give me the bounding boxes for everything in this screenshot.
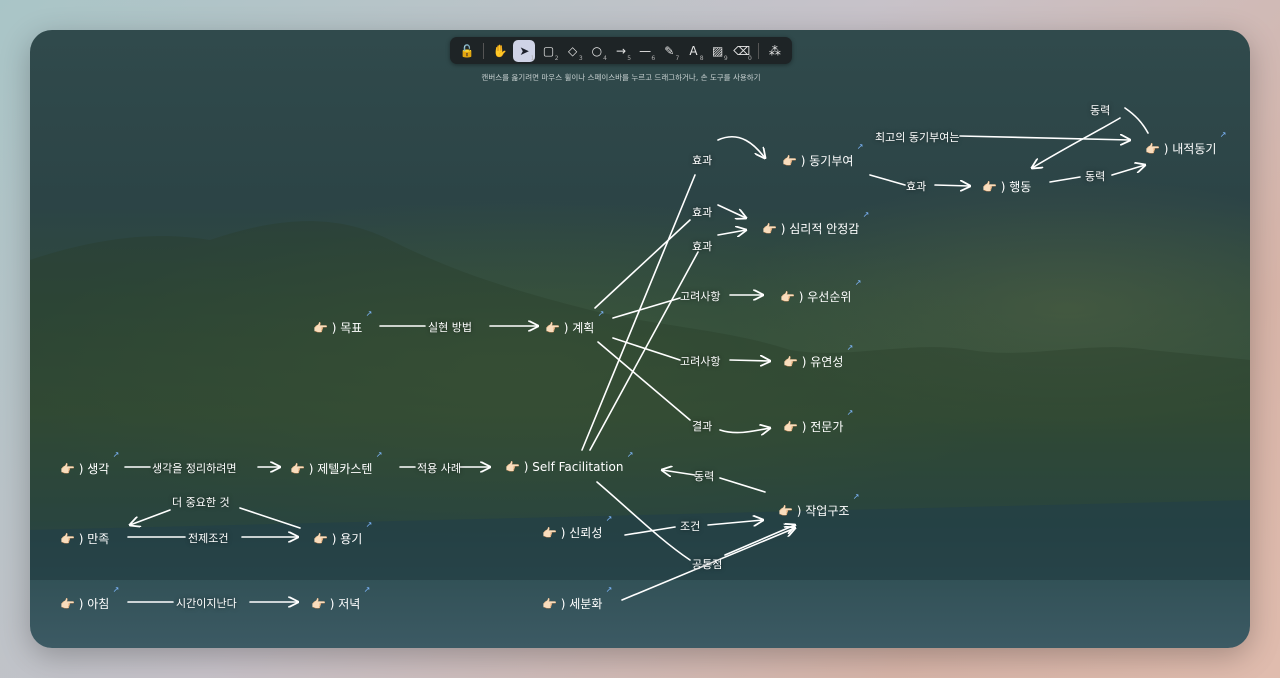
node-thought-label: 👉🏻 ) 생각 (60, 462, 110, 476)
external-link-icon[interactable]: ↗ (113, 450, 120, 459)
label-drive-mid: 동력 (694, 470, 715, 483)
node-intrinsic-label: 👉🏻 ) 내적동기 (1145, 142, 1217, 156)
node-goal-label: 👉🏻 ) 목표 (313, 321, 363, 335)
label-result: 결과 (692, 420, 713, 433)
external-link-icon[interactable]: ↗ (598, 309, 605, 318)
label-example: 적용 사례 (417, 462, 461, 475)
external-link-icon[interactable]: ↗ (627, 450, 634, 459)
connector-layer (124, 107, 1149, 648)
whiteboard-canvas[interactable]: 🔓 ✋ ➤ 1 ▢ 2 ◇ 3 ○ 4 → 5 —6 ✎ 7 A8 ▨ 9 ⌫ 0 ⁂ 캔버스를… (30, 30, 1250, 648)
edge-motivation-effect (869, 174, 906, 186)
external-link-icon[interactable]: ↗ (364, 585, 371, 594)
external-link-icon[interactable]: ↗ (606, 585, 613, 594)
node-priority-label: 👉🏻 ) 우선순위 (780, 290, 852, 304)
node-self-facilitation-label: 👉🏻 ) Self Facilitation (505, 460, 624, 474)
node-satisfaction[interactable]: 👉🏻 ) 만족 (60, 530, 109, 547)
edge-condition-to-ws (707, 520, 763, 525)
edge-important-to-satisfaction (130, 509, 171, 525)
edge-drive-top (1032, 117, 1121, 168)
edge-drive-to-sf (662, 470, 696, 475)
label-consider-2: 고려사항 (680, 355, 721, 368)
node-plan-label: 👉🏻 ) 계획 (545, 321, 595, 335)
external-link-icon[interactable]: ↗ (1220, 130, 1227, 139)
node-action-label: 👉🏻 ) 행동 (982, 180, 1032, 194)
edge-drive-to-intrinsic (1111, 165, 1145, 176)
label-method: 실현 방법 (428, 321, 472, 334)
label-effect-2: 효과 (692, 206, 713, 219)
node-priority[interactable]: 👉🏻 ) 우선순위 ↗ (780, 278, 861, 305)
node-work-structure-label: 👉🏻 ) 작업구조 (778, 504, 850, 518)
node-flexibility-label: 👉🏻 ) 유연성 (783, 355, 844, 369)
edge-effect-to-action (934, 185, 970, 186)
node-courage-label: 👉🏻 ) 용기 (313, 532, 363, 546)
edge-effect-to-safety-2 (717, 230, 746, 235)
edge-drive-top-b (1124, 107, 1149, 134)
label-time-passes: 시간이지난다 (176, 597, 237, 610)
external-link-icon[interactable]: ↗ (855, 278, 862, 287)
node-action[interactable]: 👉🏻 ) 행동 (982, 178, 1031, 195)
node-trust-label: 👉🏻 ) 신뢰성 (542, 526, 603, 540)
edge-effect-to-safety-1 (717, 204, 746, 218)
edge-plan-to-consider1 (612, 297, 681, 319)
node-morning[interactable]: 👉🏻 ) 아침 ↗ (60, 585, 119, 612)
external-link-icon[interactable]: ↗ (366, 520, 373, 529)
node-emotional-safety-label: 👉🏻 ) 심리적 안정감 (762, 222, 860, 236)
node-detail[interactable]: 👉🏻 ) 세분화 ↗ (542, 585, 612, 612)
label-organize: 생각을 정리하려면 (152, 462, 237, 475)
node-evening[interactable]: 👉🏻 ) 저녁 ↗ (311, 585, 370, 612)
edge-best-motivation (959, 136, 1130, 140)
node-morning-label: 👉🏻 ) 아침 (60, 597, 110, 611)
external-link-icon[interactable]: ↗ (853, 492, 860, 501)
label-precondition: 전제조건 (188, 532, 229, 545)
edge-sf-to-effect2 (589, 251, 699, 451)
edge-ws-drive (719, 477, 766, 493)
label-consider-1: 고려사항 (680, 290, 721, 303)
label-effect-4: 효과 (906, 180, 927, 193)
label-drive-top: 동력 (1090, 104, 1111, 117)
edge-consider-to-flex (729, 360, 770, 361)
node-trust[interactable]: 👉🏻 ) 신뢰성 ↗ (542, 514, 612, 541)
node-expert-label: 👉🏻 ) 전문가 (783, 420, 844, 434)
label-effect-1: 효과 (692, 154, 713, 167)
external-link-icon[interactable]: ↗ (376, 450, 383, 459)
external-link-icon[interactable]: ↗ (857, 142, 864, 151)
node-thought[interactable]: 👉🏻 ) 생각 ↗ (60, 450, 119, 477)
edge-effect-to-motivation (717, 135, 765, 158)
node-work-structure[interactable]: 👉🏻 ) 작업구조 ↗ (778, 492, 859, 519)
node-satisfaction-label: 👉🏻 ) 만족 (60, 532, 110, 546)
node-emotional-safety[interactable]: 👉🏻 ) 심리적 안정감 ↗ (762, 210, 869, 237)
external-link-icon[interactable]: ↗ (113, 585, 120, 594)
external-link-icon[interactable]: ↗ (606, 514, 613, 523)
node-self-facilitation[interactable]: 👉🏻 ) Self Facilitation ↗ (505, 450, 633, 474)
node-goal[interactable]: 👉🏻 ) 목표 ↗ (313, 309, 372, 336)
edge-result-to-expert (719, 428, 770, 433)
edge-action-drive (1049, 176, 1081, 183)
label-common: 공통점 (692, 558, 723, 571)
node-detail-label: 👉🏻 ) 세분화 (542, 597, 603, 611)
node-motivation[interactable]: 👉🏻 ) 동기부여 ↗ (782, 142, 863, 169)
node-zettelkasten-label: 👉🏻 ) 제텔카스텐 (290, 462, 373, 476)
node-motivation-label: 👉🏻 ) 동기부여 (782, 154, 854, 168)
node-plan[interactable]: 👉🏻 ) 계획 ↗ (545, 309, 604, 336)
external-link-icon[interactable]: ↗ (863, 210, 870, 219)
label-effect-3: 효과 (692, 240, 713, 253)
external-link-icon[interactable]: ↗ (847, 408, 854, 417)
external-link-icon[interactable]: ↗ (366, 309, 373, 318)
label-more-important: 더 중요한 것 (172, 496, 230, 509)
external-link-icon[interactable]: ↗ (847, 343, 854, 352)
edge-courage-to-important (239, 507, 301, 529)
label-drive-right: 동력 (1085, 170, 1106, 183)
label-condition: 조건 (680, 520, 701, 533)
node-evening-label: 👉🏻 ) 저녁 (311, 597, 361, 611)
node-zettelkasten[interactable]: 👉🏻 ) 제텔카스텐 ↗ (290, 450, 382, 477)
node-expert[interactable]: 👉🏻 ) 전문가 ↗ (783, 408, 853, 435)
node-courage[interactable]: 👉🏻 ) 용기 ↗ (313, 520, 372, 547)
edge-plan-to-effect (594, 219, 691, 309)
node-flexibility[interactable]: 👉🏻 ) 유연성 ↗ (783, 343, 853, 370)
label-best-motivation: 최고의 동기부여는 (875, 131, 960, 144)
edge-plan-to-result (597, 341, 691, 421)
edge-common-to-ws (724, 525, 795, 556)
node-intrinsic[interactable]: 👉🏻 ) 내적동기 ↗ (1145, 130, 1226, 157)
